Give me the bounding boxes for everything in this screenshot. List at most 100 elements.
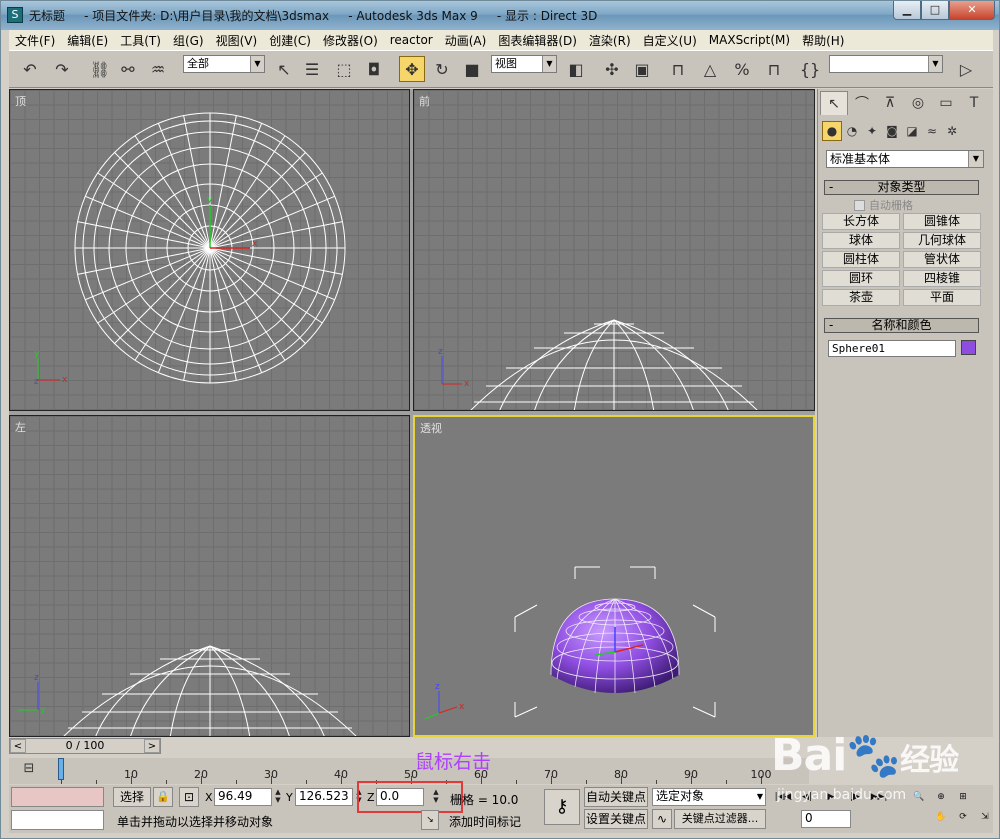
- add-time-tag[interactable]: 添加时间标记: [449, 813, 521, 830]
- primitive-category-dropdown[interactable]: 标准基本体 ▼: [826, 150, 984, 168]
- sphere-button[interactable]: 球体: [822, 232, 900, 249]
- motion-tab-icon[interactable]: ◎: [904, 91, 932, 115]
- viewport-perspective[interactable]: 透视 z x: [413, 415, 815, 737]
- time-slider-thumb[interactable]: [58, 758, 64, 780]
- rollout-name-and-color[interactable]: - 名称和颜色: [824, 318, 979, 333]
- select-object-icon[interactable]: ↖: [271, 56, 297, 82]
- maximize-button[interactable]: □: [921, 1, 949, 20]
- time-slider[interactable]: < 0 / 100 >: [9, 738, 161, 754]
- menu-edit[interactable]: 编辑(E): [61, 32, 114, 49]
- zoom-all-icon[interactable]: ⊕: [931, 789, 951, 805]
- object-color-swatch[interactable]: [961, 340, 976, 355]
- viewport-left[interactable]: 左 z y: [9, 415, 410, 737]
- y-coordinate-field[interactable]: 126.523: [295, 788, 353, 806]
- reference-coord-dropdown[interactable]: 视图 ▼: [491, 55, 557, 73]
- systems-icon[interactable]: ✲: [942, 121, 962, 141]
- minimize-button[interactable]: ▁: [893, 1, 921, 20]
- select-by-name-icon[interactable]: ☰: [299, 56, 325, 82]
- pan-icon[interactable]: ✋: [931, 809, 951, 825]
- percent-snap-icon[interactable]: %: [729, 56, 755, 82]
- maxscript-listener-white[interactable]: [11, 810, 104, 830]
- cone-button[interactable]: 圆锥体: [903, 213, 981, 230]
- x-coordinate-field[interactable]: 96.49: [214, 788, 272, 806]
- menu-reactor[interactable]: reactor: [384, 33, 439, 47]
- set-key-button[interactable]: 设置关键点: [584, 809, 648, 829]
- select-and-move-icon[interactable]: ✥: [399, 56, 425, 82]
- viewport-front[interactable]: 前 z x: [413, 89, 815, 411]
- keyboard-shortcut-toggle-icon[interactable]: ▣: [629, 56, 655, 82]
- menu-tools[interactable]: 工具(T): [114, 32, 167, 49]
- viewport-top[interactable]: 顶 x y y x z: [9, 89, 410, 411]
- lock-selection-icon[interactable]: 🔒: [153, 787, 173, 807]
- shapes-icon[interactable]: ◔: [842, 121, 862, 141]
- torus-button[interactable]: 圆环: [822, 270, 900, 287]
- cylinder-button[interactable]: 圆柱体: [822, 251, 900, 268]
- arc-rotate-icon[interactable]: ⟳: [953, 809, 973, 825]
- display-tab-icon[interactable]: ▭: [932, 91, 960, 115]
- absolute-mode-icon[interactable]: ⊡: [179, 787, 199, 807]
- modify-tab-icon[interactable]: ⌒: [848, 91, 876, 115]
- pyramid-button[interactable]: 四棱锥: [903, 270, 981, 287]
- current-frame-field[interactable]: 0: [801, 810, 851, 828]
- redo-icon[interactable]: ↷: [49, 56, 75, 82]
- next-frame-arrow[interactable]: >: [144, 739, 160, 753]
- zoom-extents-icon[interactable]: ⊞: [953, 789, 973, 805]
- cameras-icon[interactable]: ◙: [882, 121, 902, 141]
- window-crossing-icon[interactable]: ◘: [361, 56, 387, 82]
- utilities-tab-icon[interactable]: T: [960, 91, 988, 115]
- menu-help[interactable]: 帮助(H): [796, 32, 850, 49]
- select-and-rotate-icon[interactable]: ↻: [429, 56, 455, 82]
- 3dsmax-icon[interactable]: S: [7, 7, 23, 23]
- create-tab-icon[interactable]: ↖: [820, 91, 848, 115]
- teapot-button[interactable]: 茶壶: [822, 289, 900, 306]
- auto-key-button[interactable]: 自动关键点: [584, 787, 648, 807]
- menu-customize[interactable]: 自定义(U): [637, 32, 703, 49]
- menu-views[interactable]: 视图(V): [210, 32, 264, 49]
- set-key-icon[interactable]: ⚷: [544, 789, 580, 825]
- menu-group[interactable]: 组(G): [167, 32, 210, 49]
- hierarchy-tab-icon[interactable]: ⊼: [876, 91, 904, 115]
- autogrid-checkbox[interactable]: 自动栅格: [854, 197, 913, 213]
- maximize-viewport-icon[interactable]: ⇲: [975, 809, 995, 825]
- menu-file[interactable]: 文件(F): [9, 32, 61, 49]
- geometry-icon[interactable]: ●: [822, 121, 842, 141]
- object-name-field[interactable]: Sphere01: [828, 340, 956, 357]
- named-selection-dropdown[interactable]: ▼: [829, 55, 943, 73]
- select-and-manipulate-icon[interactable]: ✣: [599, 56, 625, 82]
- lights-icon[interactable]: ✦: [862, 121, 882, 141]
- menu-create[interactable]: 创建(C): [263, 32, 317, 49]
- x-spinner-icon[interactable]: ▲ ▼: [273, 788, 283, 806]
- mirror-icon[interactable]: ▷: [953, 56, 979, 82]
- key-mode-dropdown[interactable]: 选定对象 ▼: [652, 788, 766, 806]
- zoom-icon[interactable]: 🔍: [909, 789, 929, 805]
- menu-graph-editors[interactable]: 图表编辑器(D): [492, 32, 583, 49]
- menu-modifiers[interactable]: 修改器(O): [317, 32, 384, 49]
- link-icon[interactable]: ⛓: [87, 56, 113, 82]
- tube-button[interactable]: 管状体: [903, 251, 981, 268]
- edit-named-selections-icon[interactable]: {}: [797, 56, 823, 82]
- box-button[interactable]: 长方体: [822, 213, 900, 230]
- unlink-icon[interactable]: ⚯: [115, 56, 141, 82]
- snaps-toggle-icon[interactable]: ⊓: [665, 56, 691, 82]
- rollout-object-type[interactable]: - 对象类型: [824, 180, 979, 195]
- key-filters-button[interactable]: 关键点过滤器...: [674, 809, 766, 829]
- curve-icon[interactable]: ∿: [652, 809, 672, 829]
- spacewarps-icon[interactable]: ≈: [922, 121, 942, 141]
- select-and-scale-icon[interactable]: ■: [459, 56, 485, 82]
- mini-curve-editor-icon[interactable]: ⊟: [17, 758, 41, 780]
- plane-button[interactable]: 平面: [903, 289, 981, 306]
- rectangular-selection-icon[interactable]: ⬚: [331, 56, 357, 82]
- spinner-snap-icon[interactable]: ⊓: [761, 56, 787, 82]
- maxscript-listener-pink[interactable]: [11, 787, 104, 807]
- menu-animation[interactable]: 动画(A): [439, 32, 493, 49]
- selection-filter-dropdown[interactable]: 全部 ▼: [183, 55, 265, 73]
- geosphere-button[interactable]: 几何球体: [903, 232, 981, 249]
- bind-spacewarp-icon[interactable]: ♒: [145, 56, 171, 82]
- frame-display[interactable]: 0 / 100: [26, 739, 144, 753]
- angle-snap-icon[interactable]: △: [697, 56, 723, 82]
- time-tag-icon[interactable]: ↘: [421, 810, 439, 830]
- menu-rendering[interactable]: 渲染(R): [583, 32, 637, 49]
- prev-frame-arrow[interactable]: <: [10, 739, 26, 753]
- close-button[interactable]: ✕: [949, 1, 995, 20]
- menu-maxscript[interactable]: MAXScript(M): [703, 33, 796, 47]
